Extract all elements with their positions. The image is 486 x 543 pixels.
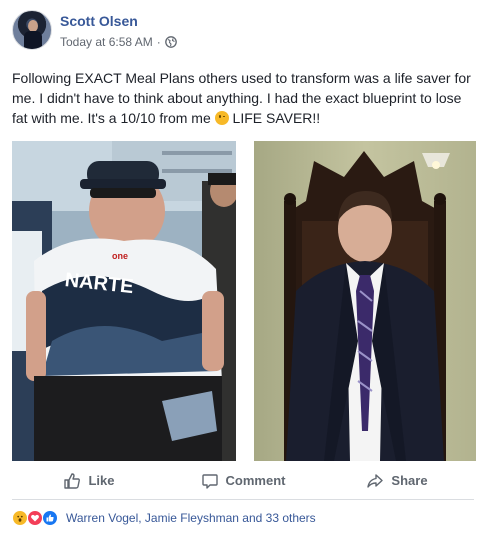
share-button[interactable]: Share <box>320 462 474 499</box>
like-reaction-icon <box>42 510 58 526</box>
winking-face-icon <box>214 111 229 125</box>
wow-reaction-icon <box>12 510 28 526</box>
after-photo[interactable] <box>254 141 476 461</box>
before-photo[interactable]: NARTE one <box>12 141 236 461</box>
reaction-names[interactable]: Warren Vogel, Jamie Fleyshman and 33 oth… <box>66 511 316 525</box>
author-avatar[interactable] <box>12 10 52 50</box>
like-label: Like <box>88 473 115 488</box>
thumbs-up-icon <box>64 472 81 489</box>
jersey-logo-text: one <box>112 251 128 261</box>
comment-label: Comment <box>225 473 286 488</box>
meta-separator: · <box>156 35 161 49</box>
share-label: Share <box>391 473 428 488</box>
share-icon <box>367 473 384 488</box>
post-timestamp[interactable]: Today at 6:58 AM <box>60 35 153 49</box>
comment-button[interactable]: Comment <box>166 462 320 499</box>
post-meta: Today at 6:58 AM · <box>60 35 177 49</box>
globe-icon[interactable] <box>164 36 177 48</box>
post-actions: Like Comment Share <box>12 462 474 500</box>
post-text: Following EXACT Meal Plans others used t… <box>12 68 477 128</box>
like-button[interactable]: Like <box>12 462 166 499</box>
post-text-end: LIFE SAVER!! <box>228 110 321 126</box>
avatar-suit <box>24 31 42 49</box>
love-reaction-icon <box>27 510 43 526</box>
reactions-summary[interactable]: Warren Vogel, Jamie Fleyshman and 33 oth… <box>12 510 316 526</box>
author-name[interactable]: Scott Olsen <box>60 13 138 29</box>
facebook-post: Scott Olsen Today at 6:58 AM · Following… <box>0 0 486 543</box>
comment-icon <box>201 473 218 489</box>
